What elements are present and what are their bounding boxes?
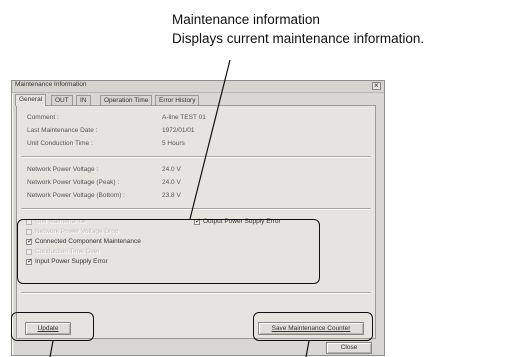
update-leader-line	[49, 340, 54, 357]
tab-general[interactable]: General	[15, 94, 47, 106]
save-counter-leader-line	[305, 340, 310, 357]
callout-leader-line	[189, 59, 231, 220]
callout-leader-lines	[49, 59, 310, 357]
